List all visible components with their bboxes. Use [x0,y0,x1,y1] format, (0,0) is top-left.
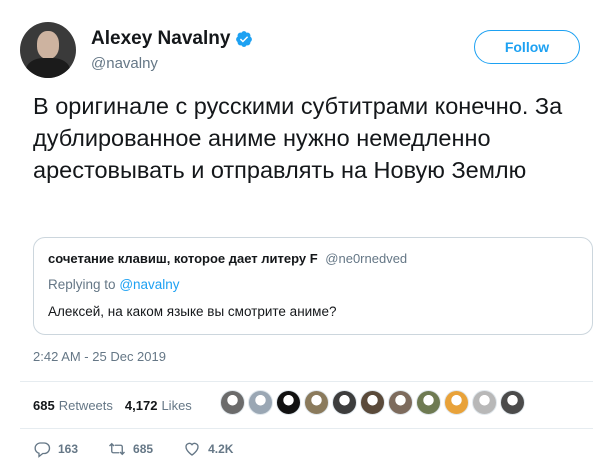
quoted-tweet[interactable]: сочетание клавиш, которое дает литеру F … [33,237,593,335]
retweets-label[interactable]: Retweets [59,398,113,413]
divider [20,428,593,429]
quoted-author-handle: @ne0rnedved [325,251,408,266]
liker-avatar[interactable] [444,390,469,415]
reply-prefix: Replying to [48,277,116,292]
quoted-author-name: сочетание клавиш, которое дает литеру F [48,251,318,266]
verified-badge-icon [236,31,253,47]
liker-avatar[interactable] [416,390,441,415]
tweet-timestamp[interactable]: 2:42 AM - 25 Dec 2019 [33,349,166,364]
liker-avatar[interactable] [360,390,385,415]
author-info: Alexey Navalny @navalny [91,28,253,72]
author-avatar[interactable] [20,22,76,78]
liker-avatar[interactable] [472,390,497,415]
tweet-text: В оригинале с русскими субтитрами конечн… [33,93,563,183]
reply-icon [34,442,51,458]
reply-to-handle[interactable]: @navalny [119,277,179,292]
like-icon [185,442,199,456]
liker-avatar[interactable] [388,390,413,415]
liker-avatar[interactable] [304,390,329,415]
likes-label[interactable]: Likes [161,398,191,413]
reply-count: 163 [58,442,79,456]
author-handle[interactable]: @navalny [91,55,253,72]
quoted-tweet-text: Алексей, на каком языке вы смотрите аним… [48,304,337,319]
reply-button[interactable]: 163 [33,440,78,458]
divider [20,381,593,382]
retweet-count: 685 [133,442,154,456]
tweet-stats: 685 Retweets 4,172 Likes [33,393,204,417]
retweet-button[interactable]: 685 [108,440,153,458]
liker-avatar[interactable] [500,390,525,415]
retweets-count[interactable]: 685 [33,398,55,413]
quoted-tweet-header: сочетание клавиш, которое дает литеру F … [48,251,407,266]
tweet-header: Alexey Navalny @navalny Follow [20,22,593,78]
avatar-body [26,58,70,78]
like-count: 4.2K [208,442,234,456]
author-name-row: Alexey Navalny [91,28,253,50]
liker-avatar[interactable] [276,390,301,415]
tweet-actions: 163 685 4.2K [33,440,263,458]
like-button[interactable]: 4.2K [183,440,233,458]
likes-count[interactable]: 4,172 [125,398,158,413]
avatar-face [37,31,59,59]
liker-avatar[interactable] [248,390,273,415]
author-name[interactable]: Alexey Navalny [91,28,230,50]
liker-avatars [220,390,525,415]
quoted-reply-context: Replying to @navalny [48,277,180,292]
retweet-icon [109,442,126,456]
liker-avatar[interactable] [220,390,245,415]
follow-button[interactable]: Follow [474,30,580,64]
liker-avatar[interactable] [332,390,357,415]
